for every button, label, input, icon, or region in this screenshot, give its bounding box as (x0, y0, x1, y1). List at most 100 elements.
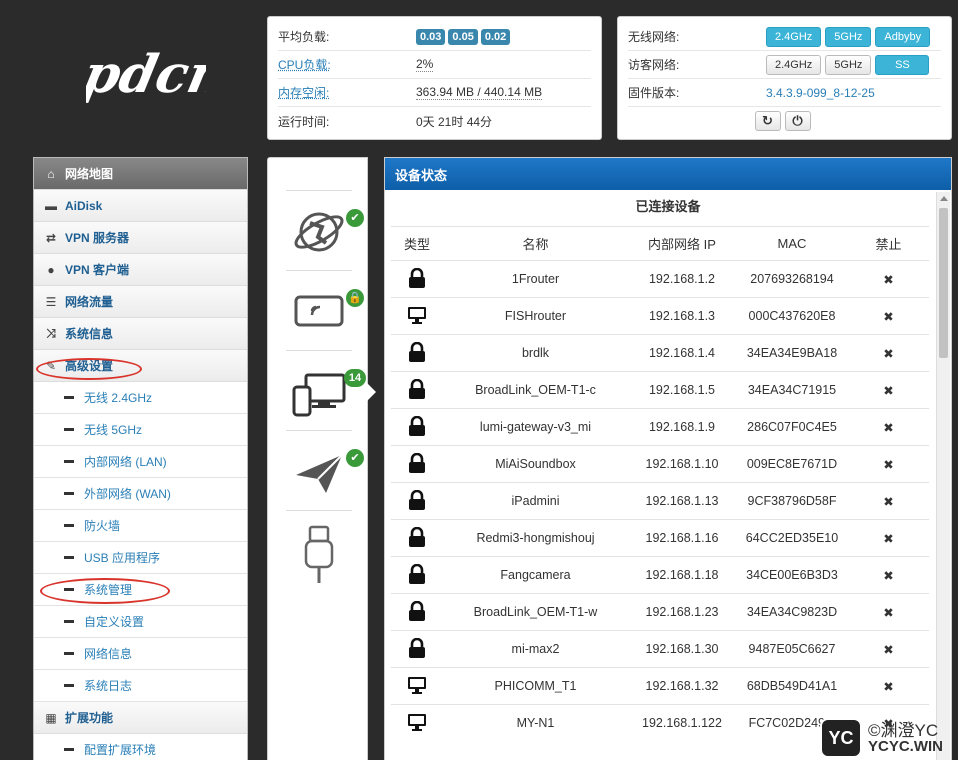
sidebar-item-traffic[interactable]: ☰ 网络流量 (34, 286, 247, 318)
lock-icon (391, 371, 443, 409)
device-mac[interactable]: 34CE00E6B3D3 (736, 556, 848, 594)
block-device-icon[interactable]: ✖ (848, 371, 929, 409)
uptime-row: 运行时间: 0天 21时 44分 (278, 107, 591, 135)
scroll-thumb[interactable] (939, 208, 948, 358)
cpu-load-value: 2% (416, 57, 434, 72)
status-icon-column: ✔ 🔒 14 ✔ (267, 157, 368, 760)
sidebar-sub-label: 无线 5GHz (84, 423, 143, 437)
home-icon: ⌂ (47, 166, 55, 181)
block-device-icon[interactable]: ✖ (848, 482, 929, 520)
block-device-icon[interactable]: ✖ (848, 556, 929, 594)
sidebar-sub-firewall[interactable]: 防火墙 (34, 510, 247, 542)
sidebar-item-network-map[interactable]: ⌂ 网络地图 (34, 158, 247, 190)
wifi-row: 无线网络: 2.4GHz 5GHz Adbyby (628, 23, 941, 51)
sidebar-item-advanced[interactable]: ✎ 高级设置 (34, 350, 247, 382)
block-device-icon[interactable]: ✖ (848, 630, 929, 668)
usb-status-cell[interactable] (286, 510, 352, 590)
device-name: mi-max2 (443, 630, 628, 668)
col-type[interactable]: 类型 (391, 226, 443, 261)
device-mac[interactable]: 207693268194 (736, 260, 848, 298)
device-name: FISHrouter (443, 297, 628, 335)
device-mac[interactable]: 9CF38796D58F (736, 482, 848, 520)
device-mac[interactable]: 000C437620E8 (736, 297, 848, 335)
sidebar-sub-wan[interactable]: 外部网络 (WAN) (34, 478, 247, 510)
device-ip[interactable]: 192.168.1.30 (628, 630, 736, 668)
mem-free-link[interactable]: 内存空闲: (278, 84, 416, 101)
lock-icon (391, 408, 443, 446)
block-device-icon[interactable]: ✖ (848, 445, 929, 483)
block-device-icon[interactable]: ✖ (848, 593, 929, 631)
device-mac[interactable]: 64CC2ED35E10 (736, 519, 848, 557)
block-device-icon[interactable]: ✖ (848, 408, 929, 446)
guest-24ghz-button[interactable]: 2.4GHz (766, 54, 822, 75)
guest-5ghz-button[interactable]: 5GHz (825, 54, 872, 75)
device-ip[interactable]: 192.168.1.10 (628, 445, 736, 483)
device-mac[interactable]: 68DB549D41A1 (736, 667, 848, 705)
device-ip[interactable]: 192.168.1.4 (628, 334, 736, 372)
sidebar-sub-wifi24[interactable]: 无线 2.4GHz (34, 382, 247, 414)
device-ip[interactable]: 192.168.1.5 (628, 371, 736, 409)
table-row: 1Frouter 192.168.1.2 207693268194 ✖ (391, 260, 929, 298)
wifi-24ghz-button[interactable]: 2.4GHz (766, 26, 822, 47)
refresh-icon[interactable]: ↻ (754, 111, 781, 131)
sidebar-item-label: 网络流量 (65, 295, 114, 309)
block-device-icon[interactable]: ✖ (848, 297, 929, 335)
sidebar-sub-netinfo[interactable]: 网络信息 (34, 638, 247, 670)
device-mac[interactable]: 9487E05C6627 (736, 630, 848, 668)
lock-icon (391, 630, 443, 668)
device-ip[interactable]: 192.168.1.9 (628, 408, 736, 446)
sidebar-item-system-info[interactable]: ⤨ 系统信息 (34, 318, 247, 350)
wireless-status-cell[interactable]: 🔒 (286, 270, 364, 350)
device-mac[interactable]: 009EC8E7671D (736, 445, 848, 483)
table-row: lumi-gateway-v3_mi 192.168.1.9 286C07F0C4E… (391, 408, 929, 446)
clients-status-cell[interactable]: 14 (286, 350, 366, 430)
col-block[interactable]: 禁止 (848, 226, 929, 261)
load-5min-badge: 0.05 (448, 28, 478, 45)
device-ip[interactable]: 192.168.1.32 (628, 667, 736, 705)
col-mac[interactable]: MAC (736, 226, 848, 261)
sidebar-item-extensions[interactable]: ▦ 扩展功能 (34, 702, 247, 734)
sidebar-sub-usb[interactable]: USB 应用程序 (34, 542, 247, 574)
ss-button[interactable]: SS (875, 54, 930, 75)
device-ip[interactable]: 192.168.1.2 (628, 260, 736, 298)
device-ip[interactable]: 192.168.1.122 (628, 704, 736, 742)
device-ip[interactable]: 192.168.1.13 (628, 482, 736, 520)
wifi-5ghz-button[interactable]: 5GHz (825, 26, 872, 47)
device-ip[interactable]: 192.168.1.3 (628, 297, 736, 335)
sidebar-item-label: 网络地图 (65, 167, 114, 181)
sidebar-sub-admin[interactable]: 系统管理 (34, 574, 247, 606)
sidebar-item-vpn-server[interactable]: ⇄ VPN 服务器 (34, 222, 247, 254)
uptime-value: 0天 21时 44分 (416, 114, 493, 129)
adbyby-button[interactable]: Adbyby (875, 26, 931, 47)
sidebar-sub-label: 无线 2.4GHz (84, 391, 153, 405)
device-mac[interactable]: 34EA34E9BA18 (736, 334, 848, 372)
device-mac[interactable]: 34EA34C71915 (736, 371, 848, 409)
block-device-icon[interactable]: ✖ (848, 519, 929, 557)
power-icon[interactable]: ⏻ (784, 111, 811, 131)
block-device-icon[interactable]: ✖ (848, 667, 929, 705)
sidebar-item-vpn-client[interactable]: ● VPN 客户端 (34, 254, 247, 286)
device-mac[interactable]: 34EA34C9823D (736, 593, 848, 631)
lock-badge-icon: 🔒 (346, 289, 364, 307)
sidebar-sub-syslog[interactable]: 系统日志 (34, 670, 247, 702)
device-name: brdlk (443, 334, 628, 372)
scroll-up-icon[interactable] (940, 196, 948, 201)
cpu-load-link[interactable]: CPU负载: (278, 56, 416, 73)
block-device-icon[interactable]: ✖ (848, 260, 929, 298)
transfer-status-cell[interactable]: ✔ (286, 430, 364, 510)
sidebar-sub-ext-env[interactable]: 配置扩展环境 (34, 734, 247, 760)
device-ip[interactable]: 192.168.1.23 (628, 593, 736, 631)
device-mac[interactable]: 286C07F0C4E5 (736, 408, 848, 446)
sidebar-sub-wifi5[interactable]: 无线 5GHz (34, 414, 247, 446)
device-ip[interactable]: 192.168.1.16 (628, 519, 736, 557)
sidebar-item-aidisk[interactable]: ▬ AiDisk (34, 190, 247, 222)
device-ip[interactable]: 192.168.1.18 (628, 556, 736, 594)
internet-status-cell[interactable]: ✔ (286, 190, 364, 270)
col-ip[interactable]: 内部网络 IP (628, 226, 736, 261)
block-device-icon[interactable]: ✖ (848, 334, 929, 372)
sidebar-sub-custom[interactable]: 自定义设置 (34, 606, 247, 638)
scrollbar[interactable] (936, 192, 950, 760)
firmware-version[interactable]: 3.4.3.9-099_8-12-25 (766, 86, 875, 100)
sidebar-sub-lan[interactable]: 内部网络 (LAN) (34, 446, 247, 478)
col-name[interactable]: 名称 (443, 226, 628, 261)
